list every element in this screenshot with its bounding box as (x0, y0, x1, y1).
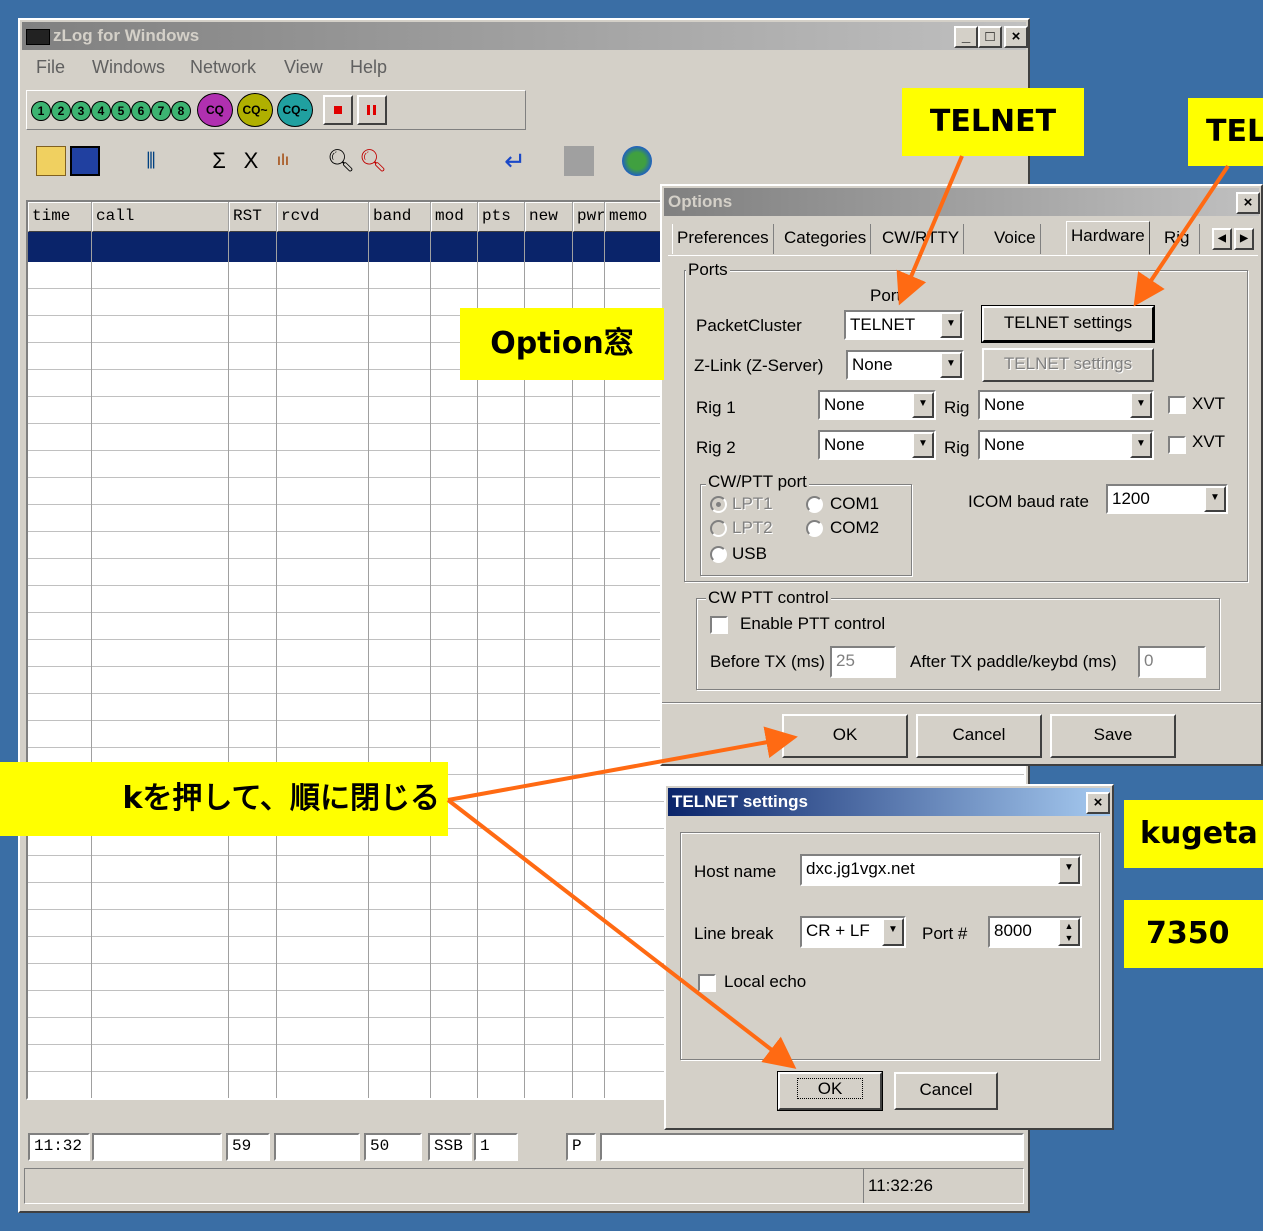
arrow-to-telnet-settings (1133, 164, 1230, 307)
arrow-to-port-select (896, 155, 964, 306)
arrow-to-telnet-ok (446, 798, 797, 1069)
arrow-to-options-ok (447, 726, 798, 802)
annotation-arrows (446, 155, 1230, 1069)
desktop: { "main_window": { "title": "zLog for Wi… (0, 0, 1263, 1231)
